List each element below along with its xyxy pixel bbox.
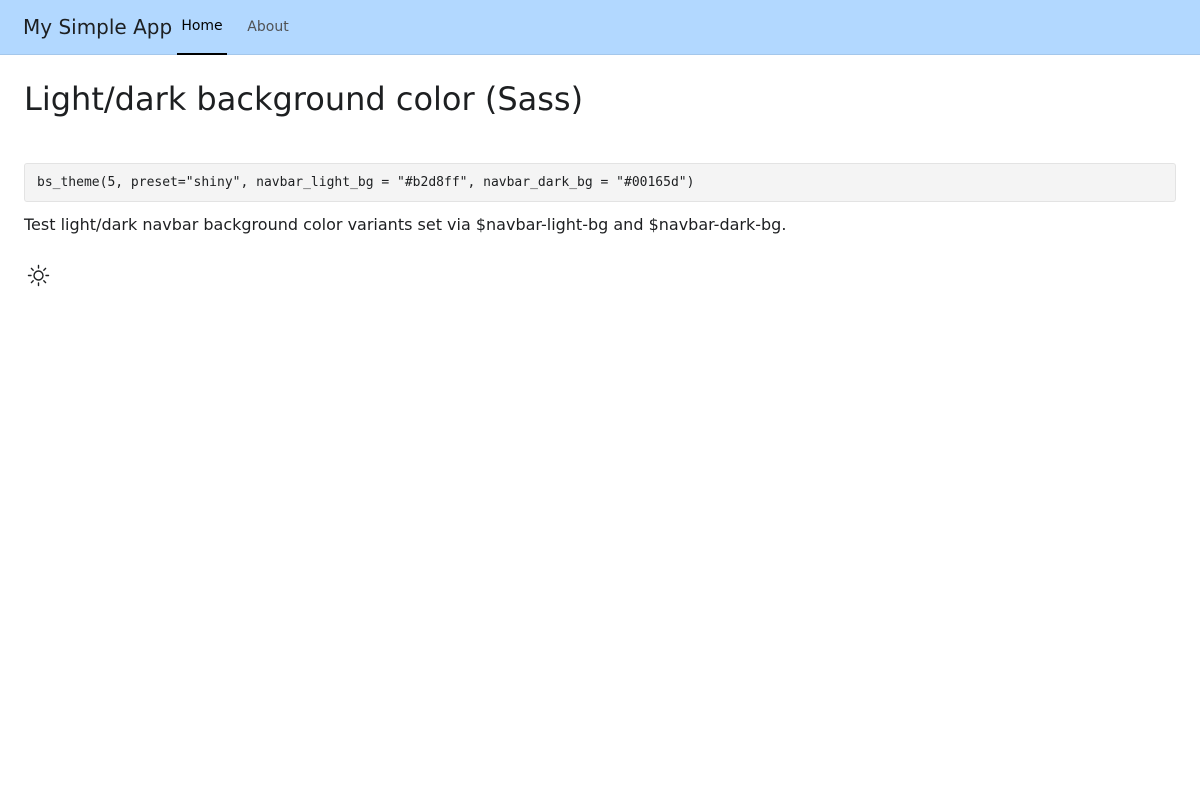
- tab-home[interactable]: Home: [177, 0, 227, 55]
- navbar: My Simple App Home About: [0, 0, 1200, 55]
- page-description: Test light/dark navbar background color …: [24, 215, 787, 234]
- page-title: Light/dark background color (Sass): [24, 80, 584, 118]
- code-block: bs_theme(5, preset="shiny", navbar_light…: [24, 163, 1176, 202]
- nav-tabs: Home About: [0, 0, 1200, 55]
- tab-about[interactable]: About: [243, 0, 293, 55]
- dark-mode-toggle[interactable]: [27, 264, 50, 287]
- sun-icon: [27, 264, 50, 287]
